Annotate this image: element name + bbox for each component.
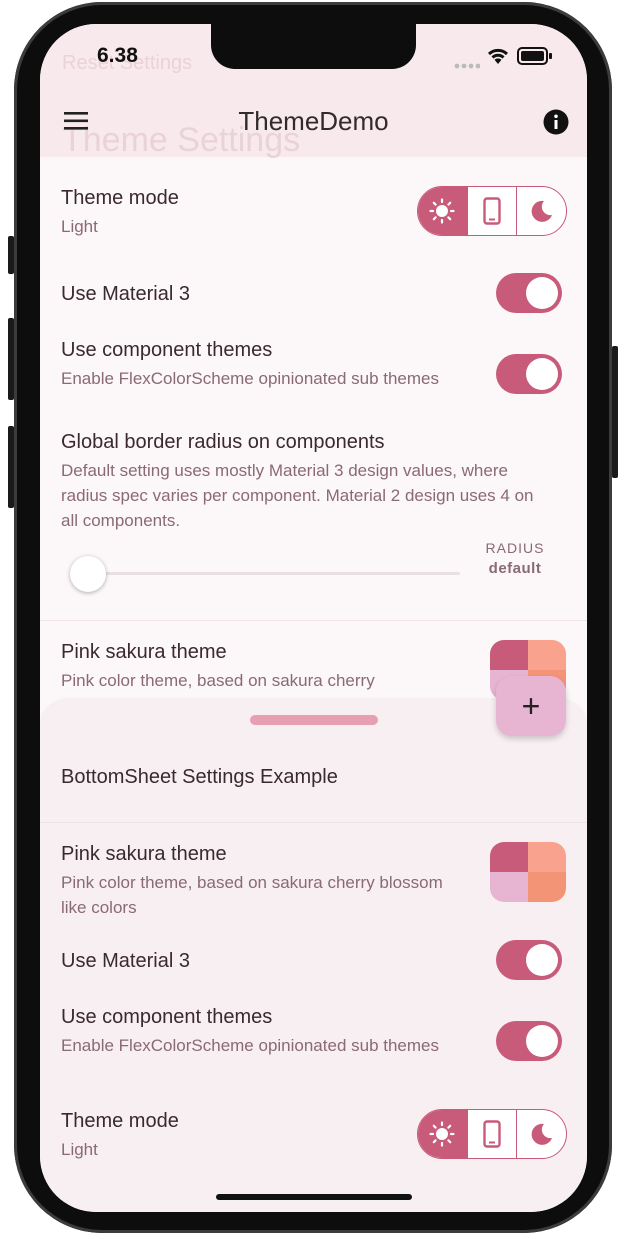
sheet-theme-light-button[interactable] xyxy=(418,1110,468,1158)
sheet-pink-sakura-description: Pink color theme, based on sakura cherry… xyxy=(61,873,443,917)
sheet-material3-label: Use Material 3 xyxy=(61,950,190,972)
swatch-secondary xyxy=(528,640,566,670)
sheet-divider xyxy=(40,822,587,823)
theme-mode-label: Theme mode xyxy=(61,187,179,209)
sheet-theme-mode-value: Light xyxy=(61,1140,98,1159)
sheet-theme-dark-button[interactable] xyxy=(517,1110,566,1158)
pink-sakura-label: Pink sakura theme xyxy=(61,641,227,663)
switch-knob xyxy=(526,277,558,309)
home-indicator xyxy=(216,1194,412,1200)
signal-icon xyxy=(454,57,481,75)
sun-icon xyxy=(429,1121,455,1147)
material3-label: Use Material 3 xyxy=(61,283,190,305)
sheet-pink-sakura-label: Pink sakura theme xyxy=(61,843,227,865)
sheet-component-themes-description: Enable FlexColorScheme opinionated sub t… xyxy=(61,1036,440,1055)
sheet-pink-sakura-swatch[interactable] xyxy=(490,842,566,902)
sheet-title: BottomSheet Settings Example xyxy=(61,766,338,788)
sheet-material3-switch[interactable] xyxy=(496,940,562,980)
theme-dark-button[interactable] xyxy=(517,187,566,235)
phone-power-button xyxy=(612,346,618,478)
sun-icon xyxy=(429,198,455,224)
moon-icon xyxy=(531,200,552,222)
sheet-component-themes-switch[interactable] xyxy=(496,1021,562,1061)
swatch-secondary xyxy=(528,842,566,872)
sheet-theme-mode-toggle xyxy=(417,1109,567,1159)
material3-switch[interactable] xyxy=(496,273,562,313)
switch-knob xyxy=(526,944,558,976)
info-icon[interactable] xyxy=(543,109,569,140)
phone-side-button xyxy=(8,236,14,274)
radius-slider-thumb[interactable] xyxy=(70,556,106,592)
border-radius-description: Default setting uses mostly Material 3 d… xyxy=(61,461,534,530)
sheet-theme-system-button[interactable] xyxy=(468,1110,518,1158)
radius-slider-track[interactable] xyxy=(88,572,460,575)
add-fab[interactable]: + xyxy=(496,676,566,736)
theme-mode-value: Light xyxy=(61,217,98,236)
bottom-sheet: BottomSheet Settings Example Pink sakura… xyxy=(40,700,587,1212)
radius-value: default xyxy=(488,560,542,577)
theme-system-button[interactable] xyxy=(468,187,518,235)
status-time: 6.38 xyxy=(97,44,138,67)
wifi-icon xyxy=(486,45,510,70)
notch xyxy=(211,24,416,69)
sheet-theme-mode-label: Theme mode xyxy=(61,1110,179,1132)
drag-handle[interactable] xyxy=(250,715,378,725)
radius-caption: RADIUS xyxy=(485,540,545,556)
sheet-component-themes-label: Use component themes xyxy=(61,1006,273,1028)
phone-icon xyxy=(483,1120,501,1148)
phone-volume-down xyxy=(8,426,14,508)
component-themes-description: Enable FlexColorScheme opinionated sub t… xyxy=(61,369,440,388)
swatch-tertiary xyxy=(490,872,528,902)
swatch-primary xyxy=(490,640,528,670)
component-themes-label: Use component themes xyxy=(61,339,273,361)
phone-volume-up xyxy=(8,318,14,400)
moon-icon xyxy=(531,1123,552,1145)
section-divider xyxy=(40,620,587,621)
theme-light-button[interactable] xyxy=(418,187,468,235)
plus-icon: + xyxy=(521,687,541,724)
pink-sakura-description: Pink color theme, based on sakura cherry xyxy=(61,671,375,690)
switch-knob xyxy=(526,1025,558,1057)
phone-icon xyxy=(483,197,501,225)
theme-mode-toggle xyxy=(417,186,567,236)
swatch-quaternary xyxy=(528,872,566,902)
screen: 6.38 Reset Settings Theme Settings Theme… xyxy=(40,24,587,1212)
component-themes-switch[interactable] xyxy=(496,354,562,394)
battery-icon xyxy=(517,47,553,70)
border-radius-label: Global border radius on components xyxy=(61,431,385,453)
app-title: ThemeDemo xyxy=(238,106,389,136)
swatch-primary xyxy=(490,842,528,872)
switch-knob xyxy=(526,358,558,390)
